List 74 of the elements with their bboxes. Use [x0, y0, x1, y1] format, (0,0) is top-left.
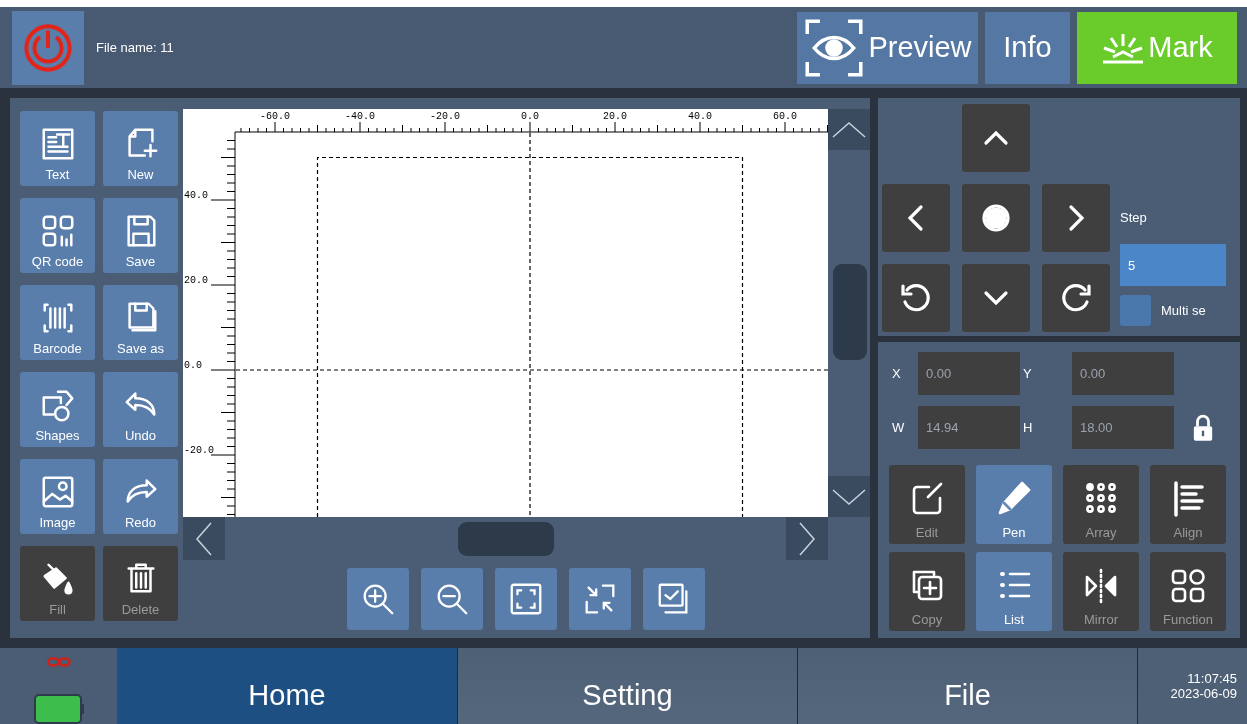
eye-icon: [803, 16, 866, 79]
ruler-label: 20.0: [603, 111, 627, 122]
tool-button[interactable]: Save as: [103, 285, 178, 360]
tool-button[interactable]: New: [103, 111, 178, 186]
ruler-label: 0.0: [521, 111, 539, 122]
view-button[interactable]: [421, 568, 483, 630]
field-label: H: [1022, 420, 1034, 435]
field-label: X: [891, 366, 902, 381]
jog-button[interactable]: [882, 184, 950, 252]
clock-date: 2023-06-09: [1170, 686, 1237, 701]
battery-icon: [33, 694, 84, 724]
jog-button[interactable]: [1042, 264, 1110, 332]
field-label: W: [891, 420, 906, 435]
tool-button[interactable]: Undo: [103, 372, 178, 447]
scroll-right-button[interactable]: [786, 517, 828, 560]
scroll-up-button[interactable]: [828, 109, 870, 150]
tool-button[interactable]: Image: [20, 459, 95, 534]
file-name-label: File name: 11: [96, 40, 174, 55]
action-button[interactable]: Copy: [889, 552, 965, 631]
nav-tab[interactable]: File: [797, 648, 1137, 724]
view-button[interactable]: [495, 568, 557, 630]
scrollbar-thumb[interactable]: [458, 522, 554, 556]
link-icon: [46, 656, 71, 668]
ruler-label: -20.0: [184, 445, 214, 456]
field-label: Y: [1022, 366, 1033, 381]
scrollbar-thumb[interactable]: [833, 264, 867, 360]
tool-button[interactable]: Save: [103, 198, 178, 273]
tool-button[interactable]: Barcode: [20, 285, 95, 360]
jog-button[interactable]: [882, 264, 950, 332]
tool-button[interactable]: QR code: [20, 198, 95, 273]
action-button[interactable]: Pen: [976, 465, 1052, 544]
vertical-scrollbar[interactable]: [828, 109, 870, 517]
jog-button[interactable]: [962, 264, 1030, 332]
scroll-down-button[interactable]: [828, 476, 870, 517]
horizontal-scrollbar[interactable]: [183, 517, 828, 560]
design-canvas[interactable]: -60.0 -40.0 -20.0 0.0 20.0 40.0 60.0 40.0 20.0 0.0 -20.0: [183, 109, 828, 517]
step-input[interactable]: 5: [1120, 244, 1226, 286]
ruler-label: 0.0: [184, 360, 202, 371]
ruler-label: 20.0: [184, 275, 208, 286]
scroll-left-button[interactable]: [183, 517, 225, 560]
view-button[interactable]: [643, 568, 705, 630]
ruler-label: -40.0: [345, 111, 375, 122]
step-label: Step: [1120, 210, 1148, 227]
preview-button[interactable]: Preview: [797, 11, 978, 84]
jog-button[interactable]: [1042, 184, 1110, 252]
clock-time: 11:07:45: [1187, 671, 1237, 686]
action-button[interactable]: Mirror: [1063, 552, 1139, 631]
ruler-label: 40.0: [688, 111, 712, 122]
action-button[interactable]: List: [976, 552, 1052, 631]
ruler-label: 40.0: [184, 190, 208, 201]
ruler-label: 60.0: [773, 111, 797, 122]
value-input[interactable]: 0.00: [918, 352, 1020, 395]
multi-select-label: Multi se: [1161, 303, 1206, 318]
ruler-label: -20.0: [430, 111, 460, 122]
value-input[interactable]: 18.00: [1072, 406, 1174, 449]
tool-button[interactable]: Shapes: [20, 372, 95, 447]
multi-select-checkbox[interactable]: [1120, 295, 1151, 326]
info-button[interactable]: Info: [985, 11, 1070, 84]
value-input[interactable]: 0.00: [1072, 352, 1174, 395]
ruler-label: -60.0: [260, 111, 290, 122]
tool-button[interactable]: Text: [20, 111, 95, 186]
view-button[interactable]: [347, 568, 409, 630]
lock-icon[interactable]: [1192, 414, 1214, 442]
action-button[interactable]: Align: [1150, 465, 1226, 544]
action-button[interactable]: Array: [1063, 465, 1139, 544]
nav-tab[interactable]: Home: [117, 648, 457, 724]
value-input[interactable]: 14.94: [918, 406, 1020, 449]
action-button[interactable]: Edit: [889, 465, 965, 544]
nav-tab[interactable]: Setting: [457, 648, 797, 724]
jog-button[interactable]: [962, 104, 1030, 172]
jog-button[interactable]: [962, 184, 1030, 252]
tool-button[interactable]: Redo: [103, 459, 178, 534]
view-button[interactable]: [569, 568, 631, 630]
action-button[interactable]: Function: [1150, 552, 1226, 631]
